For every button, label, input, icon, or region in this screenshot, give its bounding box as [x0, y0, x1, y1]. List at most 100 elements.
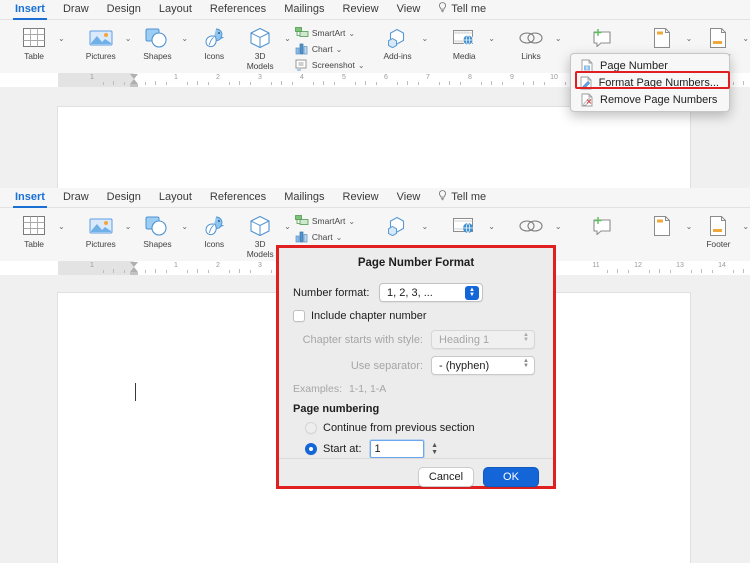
ruler-tick — [102, 270, 104, 273]
tab-draw-2[interactable]: Draw — [54, 189, 98, 206]
smartart-button-2[interactable]: SmartArt ⌄ — [294, 214, 365, 228]
smartart-button[interactable]: SmartArt ⌄ — [294, 26, 365, 40]
shapes-button[interactable]: Shapes — [134, 22, 180, 62]
ruler-tick — [197, 269, 198, 273]
ruler-tick-label: 2 — [216, 74, 220, 81]
smartart-chevron-down-icon-2[interactable]: ⌄ — [348, 217, 355, 226]
separator-select[interactable]: - (hyphen) ▲ ▼ — [431, 356, 535, 375]
chart-chevron-down-icon-2[interactable]: ⌄ — [336, 233, 343, 242]
include-chapter-checkbox[interactable] — [293, 310, 305, 322]
illustrations-stack: SmartArt ⌄ Chart ⌄ Screenshot ⌄ — [294, 22, 365, 72]
cancel-button[interactable]: Cancel — [418, 467, 474, 487]
ruler-tick-label: 1 — [174, 74, 178, 81]
ruler-tick — [113, 269, 114, 273]
smartart-chevron-down-icon[interactable]: ⌄ — [348, 29, 355, 38]
tab-view[interactable]: View — [388, 1, 430, 18]
addins-button-2[interactable] — [375, 210, 421, 250]
media-button[interactable]: Media — [441, 22, 487, 62]
tab-insert[interactable]: Insert — [6, 1, 54, 20]
ruler-tick — [711, 270, 713, 273]
tab-layout[interactable]: Layout — [150, 1, 201, 18]
ruler-tick — [491, 81, 492, 85]
ruler-tick-label: 8 — [468, 74, 472, 81]
comment-button-2[interactable] — [575, 210, 629, 250]
3d-models-button[interactable]: 3D Models — [237, 22, 283, 71]
pictures-button[interactable]: Pictures — [78, 22, 124, 62]
continue-radio-row[interactable]: Continue from previous section — [305, 422, 539, 434]
chart-button-2[interactable]: Chart ⌄ — [294, 230, 365, 244]
ruler-tick — [732, 270, 734, 273]
ruler-tick-label: 10 — [550, 74, 558, 81]
menu-item-format-page-numbers[interactable]: Format Page Numbers... — [571, 74, 729, 91]
tab-design-2[interactable]: Design — [98, 189, 150, 206]
menu-item-remove-page-numbers[interactable]: Remove Page Numbers — [571, 91, 729, 108]
tab-view-2[interactable]: View — [388, 189, 430, 206]
pictures-button-2[interactable]: Pictures — [78, 210, 124, 250]
tab-design[interactable]: Design — [98, 1, 150, 18]
word-window: Insert Draw Design Layout References Mai… — [0, 0, 750, 563]
start-at-stepper[interactable]: ▲ ▼ — [429, 440, 441, 458]
page-number-format-dialog-outline: Page Number Format Number format: 1, 2, … — [276, 245, 556, 489]
screenshot-chevron-down-icon[interactable]: ⌄ — [358, 61, 365, 70]
tab-tell-me-2[interactable]: Tell me — [429, 188, 495, 207]
start-at-input[interactable]: 1 — [369, 440, 424, 458]
start-at-radio[interactable] — [305, 443, 317, 455]
page-number-dropdown-menu[interactable]: # Page Number Format Page Numbers... Rem… — [570, 53, 730, 112]
pictures-label: Pictures — [85, 51, 116, 61]
number-format-select[interactable]: 1, 2, 3, ... ▲ ▼ — [379, 283, 483, 302]
examples-label: Examples: — [293, 383, 343, 395]
shapes-label-2: Shapes — [143, 239, 172, 249]
table-button-2[interactable]: Table — [11, 210, 57, 250]
header-button-2[interactable] — [639, 210, 685, 250]
shapes-button-2[interactable]: Shapes — [134, 210, 180, 250]
icons-button-2[interactable]: Icons — [191, 210, 237, 250]
tab-insert-2[interactable]: Insert — [6, 189, 54, 208]
ruler-tick-label: 5 — [342, 74, 346, 81]
tab-layout-2[interactable]: Layout — [150, 189, 201, 206]
tab-tell-me[interactable]: Tell me — [429, 0, 495, 19]
tab-review-2[interactable]: Review — [334, 189, 388, 206]
examples-value: 1-1, 1-A — [348, 383, 387, 395]
3d-models-label-line1: 3D — [254, 51, 266, 61]
tab-references[interactable]: References — [201, 1, 275, 18]
icons-button[interactable]: Icons — [191, 22, 237, 62]
ruler-tick — [743, 269, 744, 273]
footer-button-2[interactable]: Footer — [695, 210, 741, 250]
ruler-tick — [197, 81, 198, 85]
tab-mailings-2[interactable]: Mailings — [275, 189, 333, 206]
ruler-tick-label: 3 — [258, 262, 262, 269]
media-button-2[interactable] — [441, 210, 487, 250]
links-label: Links — [521, 51, 541, 61]
smartart-icon — [294, 27, 310, 39]
table-icon — [22, 25, 46, 51]
group-media: Media ⌄ — [436, 20, 503, 74]
group-table-2: Table ⌄ — [6, 208, 73, 262]
tab-draw[interactable]: Draw — [54, 1, 98, 18]
bird-leaf-icon — [202, 25, 226, 51]
ruler-tick — [291, 82, 293, 85]
menu-item-page-number[interactable]: # Page Number — [571, 57, 729, 74]
continue-radio[interactable] — [305, 422, 317, 434]
chart-button[interactable]: Chart ⌄ — [294, 42, 365, 56]
tab-mailings[interactable]: Mailings — [275, 1, 333, 18]
dialog-footer: Cancel OK — [279, 458, 553, 497]
ruler-tick-label: 9 — [510, 74, 514, 81]
group-table: Table ⌄ — [6, 20, 73, 74]
tab-review[interactable]: Review — [334, 1, 388, 18]
ruler-tick-label: 6 — [384, 74, 388, 81]
include-chapter-row[interactable]: Include chapter number — [293, 310, 539, 322]
continue-label: Continue from previous section — [323, 422, 475, 434]
table-button[interactable]: Table — [11, 22, 57, 62]
ok-button[interactable]: OK — [483, 467, 539, 487]
tab-references-2[interactable]: References — [201, 189, 275, 206]
start-at-row[interactable]: Start at: 1 ▲ ▼ — [305, 440, 539, 458]
ruler-tick — [354, 82, 356, 85]
addins-button[interactable]: Add-ins — [375, 22, 421, 62]
ruler-tick — [606, 270, 608, 273]
chart-chevron-down-icon[interactable]: ⌄ — [336, 45, 343, 54]
links-button-2[interactable] — [508, 210, 554, 250]
links-button[interactable]: Links — [508, 22, 554, 62]
screenshot-button[interactable]: Screenshot ⌄ — [294, 58, 365, 72]
chapter-style-select[interactable]: Heading 1 ▲ ▼ — [431, 330, 535, 349]
ruler-tick — [648, 270, 650, 273]
